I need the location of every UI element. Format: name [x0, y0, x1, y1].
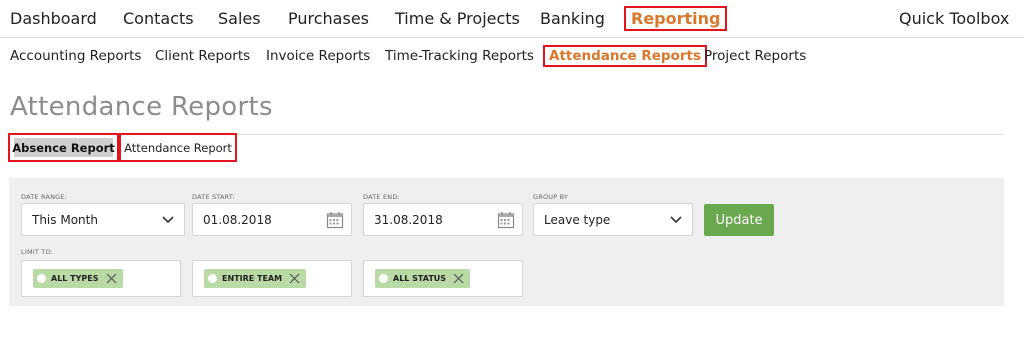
chevron-down-icon: [670, 216, 682, 224]
update-button[interactable]: Update: [704, 204, 774, 236]
limit-tag-label: ALL TYPES: [51, 274, 99, 283]
limit-team-field[interactable]: ENTIRE TEAM: [192, 260, 352, 297]
radio-dot-icon: [37, 274, 46, 283]
nav-banking[interactable]: Banking: [540, 9, 605, 28]
date-range-label: DATE RANGE:: [21, 193, 68, 201]
limit-tag[interactable]: ENTIRE TEAM: [204, 269, 307, 288]
subnav-project-reports[interactable]: Project Reports: [704, 48, 806, 64]
date-start-value: 01.08.2018: [203, 212, 272, 227]
date-range-value: This Month: [32, 212, 98, 227]
date-start-input[interactable]: 01.08.2018: [192, 203, 352, 236]
limit-types-field[interactable]: ALL TYPES: [21, 260, 181, 297]
nav-reporting[interactable]: Reporting: [624, 6, 728, 31]
group-by-value: Leave type: [544, 212, 611, 227]
limit-to-label: LIMIT TO:: [21, 248, 54, 256]
nav-time-projects[interactable]: Time & Projects: [395, 9, 520, 28]
subnav-invoice-reports[interactable]: Invoice Reports: [266, 48, 370, 64]
tab-attendance-report[interactable]: Attendance Report: [119, 133, 237, 162]
chevron-down-icon: [162, 216, 174, 224]
quick-toolbox[interactable]: Quick Toolbox: [899, 9, 1009, 28]
nav-purchases[interactable]: Purchases: [288, 9, 369, 28]
subnav-accounting-reports[interactable]: Accounting Reports: [10, 48, 141, 64]
close-icon[interactable]: [289, 273, 300, 284]
radio-dot-icon: [208, 274, 217, 283]
page-title: Attendance Reports: [10, 92, 273, 122]
close-icon[interactable]: [106, 273, 117, 284]
group-by-label: GROUP BY: [533, 193, 569, 201]
limit-tag[interactable]: ALL STATUS: [375, 269, 471, 288]
top-navigation: Dashboard Contacts Sales Purchases Time …: [0, 0, 1024, 38]
subnav-client-reports[interactable]: Client Reports: [155, 48, 250, 64]
date-end-value: 31.08.2018: [374, 212, 443, 227]
group-by-select[interactable]: Leave type: [533, 203, 693, 236]
nav-contacts[interactable]: Contacts: [123, 9, 194, 28]
nav-sales[interactable]: Sales: [218, 9, 261, 28]
date-start-label: DATE START:: [192, 193, 235, 201]
close-icon[interactable]: [453, 273, 464, 284]
subnav-attendance-reports[interactable]: Attendance Reports: [543, 45, 708, 67]
date-range-select[interactable]: This Month: [21, 203, 185, 236]
tab-absence-report-label: Absence Report: [12, 138, 115, 157]
limit-tag-label: ALL STATUS: [393, 274, 447, 283]
radio-dot-icon: [379, 274, 388, 283]
date-end-input[interactable]: 31.08.2018: [363, 203, 523, 236]
calendar-icon[interactable]: [497, 211, 515, 229]
subnav-time-tracking-reports[interactable]: Time-Tracking Reports: [385, 48, 534, 64]
nav-dashboard[interactable]: Dashboard: [10, 9, 97, 28]
tab-absence-report[interactable]: Absence Report: [8, 133, 119, 162]
filter-panel: DATE RANGE: This Month DATE START: 01.08…: [9, 178, 1004, 306]
limit-status-field[interactable]: ALL STATUS: [363, 260, 523, 297]
limit-tag-label: ENTIRE TEAM: [222, 274, 283, 283]
date-end-label: DATE END:: [363, 193, 400, 201]
limit-tag[interactable]: ALL TYPES: [33, 269, 123, 288]
calendar-icon[interactable]: [326, 211, 344, 229]
